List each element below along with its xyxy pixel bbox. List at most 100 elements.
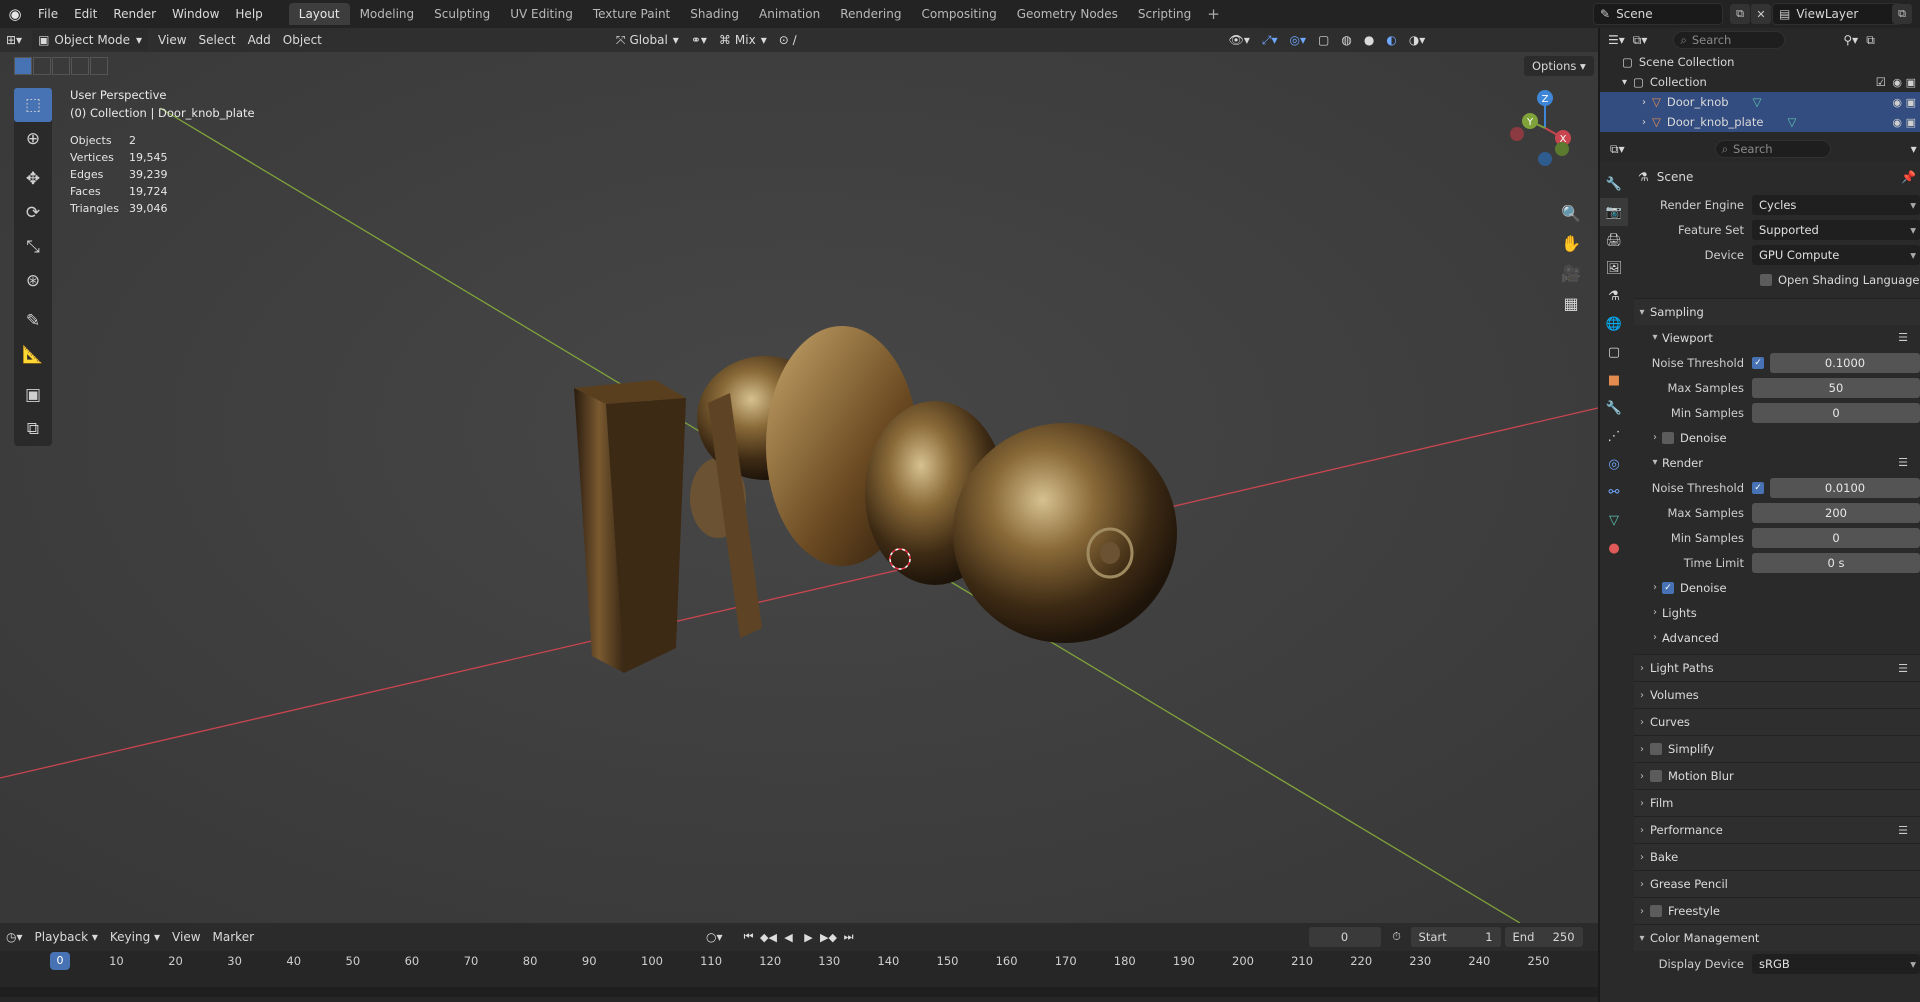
select-intersect-icon[interactable] bbox=[90, 57, 108, 75]
r-min-samples-field[interactable]: 0 bbox=[1752, 527, 1920, 548]
presets-list-icon[interactable]: ☰ bbox=[1898, 824, 1908, 837]
view-layer-tab-icon[interactable]: 🖼 bbox=[1600, 254, 1628, 282]
chevron-down-icon[interactable]: ▾ bbox=[1911, 142, 1917, 156]
viewport-subpanel-header[interactable]: ▾ Viewport ☰ bbox=[1634, 325, 1920, 350]
presets-list-icon[interactable]: ☰ bbox=[1898, 331, 1908, 344]
add-object-icon[interactable]: ⧉ bbox=[14, 412, 52, 446]
tab-shading[interactable]: Shading bbox=[680, 3, 749, 25]
osl-row[interactable]: Open Shading Language bbox=[1634, 267, 1920, 292]
viewport-menu-add[interactable]: Add bbox=[242, 30, 277, 50]
camera-view-icon[interactable]: 🎥 bbox=[1556, 258, 1586, 288]
tab-rendering[interactable]: Rendering bbox=[830, 3, 911, 25]
gizmo-toggle-icon[interactable]: ⤢▾ bbox=[1256, 30, 1284, 50]
scene-tab-icon[interactable]: ⚗ bbox=[1600, 282, 1628, 310]
blender-logo-icon[interactable]: ◉ bbox=[0, 0, 30, 28]
modifier-tab-icon[interactable]: 🔧 bbox=[1600, 394, 1628, 422]
presets-list-icon[interactable]: ☰ bbox=[1898, 456, 1908, 469]
display-mode-icon[interactable]: ⧉▾ bbox=[1633, 33, 1648, 48]
data-tab-icon[interactable]: ▽ bbox=[1600, 506, 1628, 534]
jump-end-icon[interactable]: ⏭ bbox=[839, 927, 859, 947]
eye-icon[interactable]: ◉ bbox=[1892, 116, 1902, 129]
cursor-tool-icon[interactable]: ⊕ bbox=[14, 122, 52, 156]
r-noise-threshold-field[interactable]: 0.0100 bbox=[1770, 477, 1920, 498]
add-cube-icon[interactable]: ▣ bbox=[14, 378, 52, 412]
display-device-dropdown[interactable]: sRGB ▾ bbox=[1752, 953, 1920, 974]
annotate-tool-icon[interactable]: ✎ bbox=[14, 304, 52, 338]
vp-noise-threshold-field[interactable]: 0.1000 bbox=[1770, 352, 1920, 373]
motion-blur-panel[interactable]: › Motion Blur bbox=[1634, 762, 1920, 789]
menu-edit[interactable]: Edit bbox=[66, 0, 105, 28]
tab-modeling[interactable]: Modeling bbox=[350, 3, 425, 25]
timeline-menu-marker[interactable]: Marker bbox=[207, 927, 260, 947]
options-button[interactable]: Options ▾ bbox=[1524, 56, 1594, 76]
jump-keyframe-forward-icon[interactable]: ▶◆ bbox=[819, 927, 839, 947]
add-workspace-icon[interactable]: + bbox=[1201, 5, 1226, 23]
transform-orientation-dropdown[interactable]: ⤧ Global ▾ bbox=[610, 30, 685, 50]
pin-icon[interactable]: 📌 bbox=[1901, 170, 1916, 184]
osl-checkbox[interactable] bbox=[1760, 273, 1772, 286]
freestyle-checkbox[interactable] bbox=[1650, 905, 1662, 917]
end-frame-field[interactable]: End 250 bbox=[1504, 927, 1583, 947]
bake-panel[interactable]: › Bake bbox=[1634, 843, 1920, 870]
select-subtract-icon[interactable] bbox=[52, 57, 70, 75]
motion-blur-checkbox[interactable] bbox=[1650, 770, 1662, 782]
shading-wireframe-icon[interactable]: ◍ bbox=[1335, 30, 1357, 50]
eye-icon[interactable]: ◉ bbox=[1892, 76, 1902, 89]
camera-icon[interactable]: ▣ bbox=[1906, 116, 1916, 129]
viewport-menu-select[interactable]: Select bbox=[193, 30, 242, 50]
constraints-tab-icon[interactable]: ⚯ bbox=[1600, 478, 1628, 506]
light-paths-panel[interactable]: › Light Paths ☰ bbox=[1634, 654, 1920, 681]
xray-icon[interactable]: ▢ bbox=[1312, 30, 1335, 50]
expand-arrow-icon[interactable]: › bbox=[1642, 117, 1646, 128]
advanced-subpanel[interactable]: › Advanced bbox=[1634, 625, 1920, 650]
outliner-item-door-knob[interactable]: › ▽ Door_knob ▽ ◉ ▣ bbox=[1600, 92, 1920, 112]
volumes-panel[interactable]: › Volumes bbox=[1634, 681, 1920, 708]
simplify-panel[interactable]: › Simplify bbox=[1634, 735, 1920, 762]
device-dropdown[interactable]: GPU Compute ▾ bbox=[1752, 244, 1920, 265]
tab-animation[interactable]: Animation bbox=[749, 3, 830, 25]
shading-material-icon[interactable]: ◐ bbox=[1380, 30, 1402, 50]
play-reverse-icon[interactable]: ◀ bbox=[779, 927, 799, 947]
pivot-icon[interactable]: ⚭▾ bbox=[685, 30, 713, 50]
feature-set-dropdown[interactable]: Supported ▾ bbox=[1752, 219, 1920, 240]
presets-list-icon[interactable]: ☰ bbox=[1898, 662, 1908, 675]
scene-selector[interactable]: ✎ Scene bbox=[1593, 3, 1723, 25]
menu-render[interactable]: Render bbox=[105, 0, 164, 28]
r-max-samples-field[interactable]: 200 bbox=[1752, 502, 1920, 523]
shading-solid-icon[interactable]: ● bbox=[1358, 30, 1380, 50]
visibility-icon[interactable]: 👁▾ bbox=[1223, 30, 1256, 50]
vp-noise-threshold-checkbox[interactable]: ✓ bbox=[1752, 356, 1764, 369]
outliner-item-door-knob-plate[interactable]: › ▽ Door_knob_plate ▽ ◉ ▣ bbox=[1600, 112, 1920, 132]
select-box-icon[interactable]: ⬚ bbox=[14, 88, 52, 122]
simplify-checkbox[interactable] bbox=[1650, 743, 1662, 755]
shading-rendered-icon[interactable]: ◑▾ bbox=[1403, 30, 1432, 50]
jump-keyframe-back-icon[interactable]: ◆◀ bbox=[759, 927, 779, 947]
lights-subpanel[interactable]: › Lights bbox=[1634, 600, 1920, 625]
render-tab-icon[interactable]: 📷 bbox=[1600, 198, 1628, 226]
physics-tab-icon[interactable]: ◎ bbox=[1600, 450, 1628, 478]
scene-collection-row[interactable]: ▢ Scene Collection bbox=[1600, 52, 1920, 72]
object-tab-icon[interactable]: ■ bbox=[1600, 366, 1628, 394]
outliner-editor-icon[interactable]: ☰▾ bbox=[1608, 33, 1625, 47]
filter-icon[interactable]: ⚲▾ bbox=[1843, 33, 1858, 47]
outliner-search-input[interactable]: ⌕ Search bbox=[1673, 31, 1786, 49]
play-icon[interactable]: ▶ bbox=[799, 927, 819, 947]
world-tab-icon[interactable]: 🌐 bbox=[1600, 310, 1628, 338]
properties-search-input[interactable]: ⌕ Search bbox=[1714, 140, 1831, 158]
r-denoise-subpanel[interactable]: › ✓ Denoise bbox=[1634, 575, 1920, 600]
timeline-menu-view[interactable]: View bbox=[166, 927, 206, 947]
film-panel[interactable]: › Film bbox=[1634, 789, 1920, 816]
tab-texture-paint[interactable]: Texture Paint bbox=[583, 3, 680, 25]
properties-editor-icon[interactable]: ⧉▾ bbox=[1610, 142, 1625, 157]
measure-tool-icon[interactable]: 📐 bbox=[14, 338, 52, 372]
transform-tool-icon[interactable]: ⊛ bbox=[14, 264, 52, 298]
mode-dropdown[interactable]: ▣ Object Mode ▾ bbox=[32, 30, 149, 50]
r-noise-threshold-checkbox[interactable]: ✓ bbox=[1752, 481, 1764, 494]
expand-arrow-icon[interactable]: › bbox=[1642, 97, 1646, 108]
color-management-panel[interactable]: ▾ Color Management bbox=[1634, 924, 1920, 951]
eye-icon[interactable]: ◉ bbox=[1892, 96, 1902, 109]
vp-denoise-checkbox[interactable] bbox=[1662, 431, 1674, 444]
menu-file[interactable]: File bbox=[30, 0, 66, 28]
tab-geometry-nodes[interactable]: Geometry Nodes bbox=[1007, 3, 1128, 25]
vp-min-samples-field[interactable]: 0 bbox=[1752, 402, 1920, 423]
